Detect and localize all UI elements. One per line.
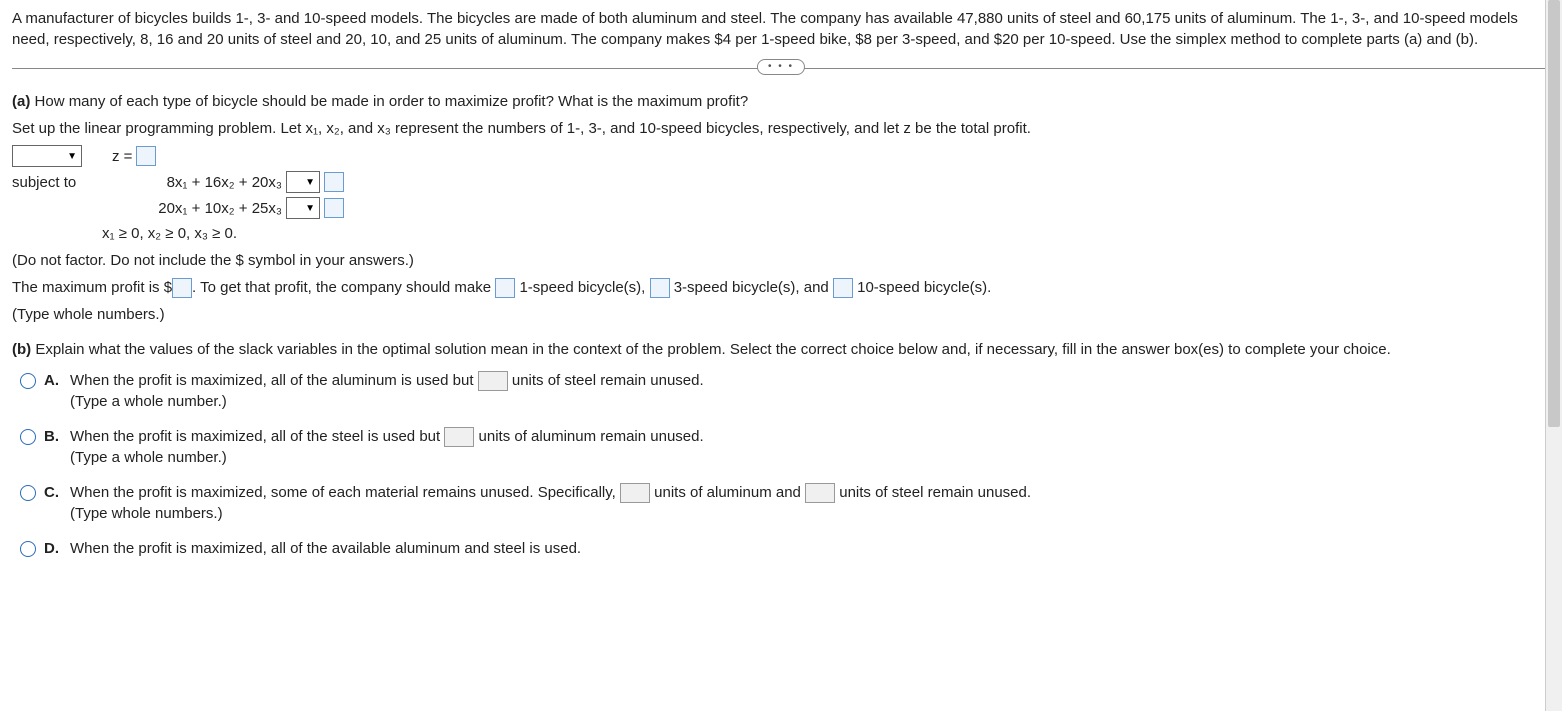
part-b-label: (b) [12, 341, 31, 358]
radio-a[interactable] [20, 373, 36, 389]
choice-c-steel-input[interactable] [805, 483, 835, 503]
objective-function-input[interactable] [136, 146, 156, 166]
part-a-question-text: How many of each type of bicycle should … [35, 93, 749, 110]
choice-a[interactable]: A. When the profit is maximized, all of … [20, 370, 1550, 412]
choice-c-letter: C. [44, 482, 62, 503]
constraint-2-operator-dropdown[interactable]: ▼ [286, 197, 320, 219]
choice-c-text-2: units of aluminum and [654, 484, 801, 501]
choice-b-hint: (Type a whole number.) [70, 447, 1550, 468]
part-a-question: (a) How many of each type of bicycle sho… [12, 91, 1550, 112]
choice-a-letter: A. [44, 370, 62, 391]
choice-c-aluminum-input[interactable] [620, 483, 650, 503]
part-b-question: (b) Explain what the values of the slack… [12, 339, 1550, 360]
profit-pre-text: The maximum profit is $ [12, 279, 172, 296]
constraint-2-rhs-input[interactable] [324, 198, 344, 218]
choice-c-text-1: When the profit is maximized, some of ea… [70, 484, 616, 501]
part-a-note: (Do not factor. Do not include the $ sym… [12, 250, 1550, 271]
one-speed-label: 1-speed bicycle(s), [519, 279, 645, 296]
scroll-thumb[interactable] [1548, 0, 1560, 427]
constraint-1-rhs-input[interactable] [324, 172, 344, 192]
constraint-1-operator-dropdown[interactable]: ▼ [286, 171, 320, 193]
three-speed-label: 3-speed bicycle(s), and [674, 279, 829, 296]
choice-b-letter: B. [44, 426, 62, 447]
part-b-question-text: Explain what the values of the slack var… [35, 341, 1390, 358]
ten-speed-count-input[interactable] [833, 278, 853, 298]
constraint-1-lhs: 8x₁ + 16x₂ + 20x₃ [102, 172, 286, 193]
choice-b-text-2: units of aluminum remain unused. [479, 428, 704, 445]
radio-c[interactable] [20, 485, 36, 501]
part-a-setup: Set up the linear programming problem. L… [12, 118, 1550, 139]
radio-d[interactable] [20, 541, 36, 557]
choice-a-hint: (Type a whole number.) [70, 391, 1550, 412]
section-divider: • • • [12, 68, 1550, 69]
nonnegativity-constraints: x₁ ≥ 0, x₂ ≥ 0, x₃ ≥ 0. [102, 223, 286, 244]
part-a-hint: (Type whole numbers.) [12, 304, 1550, 325]
one-speed-count-input[interactable] [495, 278, 515, 298]
choice-d-letter: D. [44, 538, 62, 559]
expand-pill[interactable]: • • • [757, 59, 805, 75]
choice-a-steel-input[interactable] [478, 371, 508, 391]
choice-d[interactable]: D. When the profit is maximized, all of … [20, 538, 1550, 559]
chevron-down-icon: ▼ [305, 202, 315, 216]
choice-b[interactable]: B. When the profit is maximized, all of … [20, 426, 1550, 468]
choice-a-text-2: units of steel remain unused. [512, 372, 704, 389]
vertical-scrollbar[interactable] [1545, 0, 1562, 711]
constraint-2-lhs: 20x₁ + 10x₂ + 25x₃ [102, 198, 286, 219]
chevron-down-icon: ▼ [305, 176, 315, 190]
chevron-down-icon: ▼ [67, 150, 77, 164]
objective-type-dropdown[interactable]: ▼ [12, 145, 82, 167]
part-a-label: (a) [12, 93, 30, 110]
three-speed-count-input[interactable] [650, 278, 670, 298]
choice-c-text-3: units of steel remain unused. [839, 484, 1031, 501]
choice-b-text-1: When the profit is maximized, all of the… [70, 428, 440, 445]
choice-c[interactable]: C. When the profit is maximized, some of… [20, 482, 1550, 524]
choice-d-text: When the profit is maximized, all of the… [70, 540, 581, 557]
problem-statement: A manufacturer of bicycles builds 1-, 3-… [12, 8, 1550, 50]
max-profit-sentence: The maximum profit is $ . To get that pro… [12, 277, 1550, 298]
max-profit-input[interactable] [172, 278, 192, 298]
ten-speed-label: 10-speed bicycle(s). [857, 279, 991, 296]
subject-to-label: subject to [12, 172, 102, 193]
z-equals-label: z = [102, 146, 132, 167]
choice-c-hint: (Type whole numbers.) [70, 503, 1550, 524]
radio-b[interactable] [20, 429, 36, 445]
profit-mid-text: . To get that profit, the company should… [192, 279, 491, 296]
choice-a-text-1: When the profit is maximized, all of the… [70, 372, 474, 389]
choice-b-aluminum-input[interactable] [444, 427, 474, 447]
